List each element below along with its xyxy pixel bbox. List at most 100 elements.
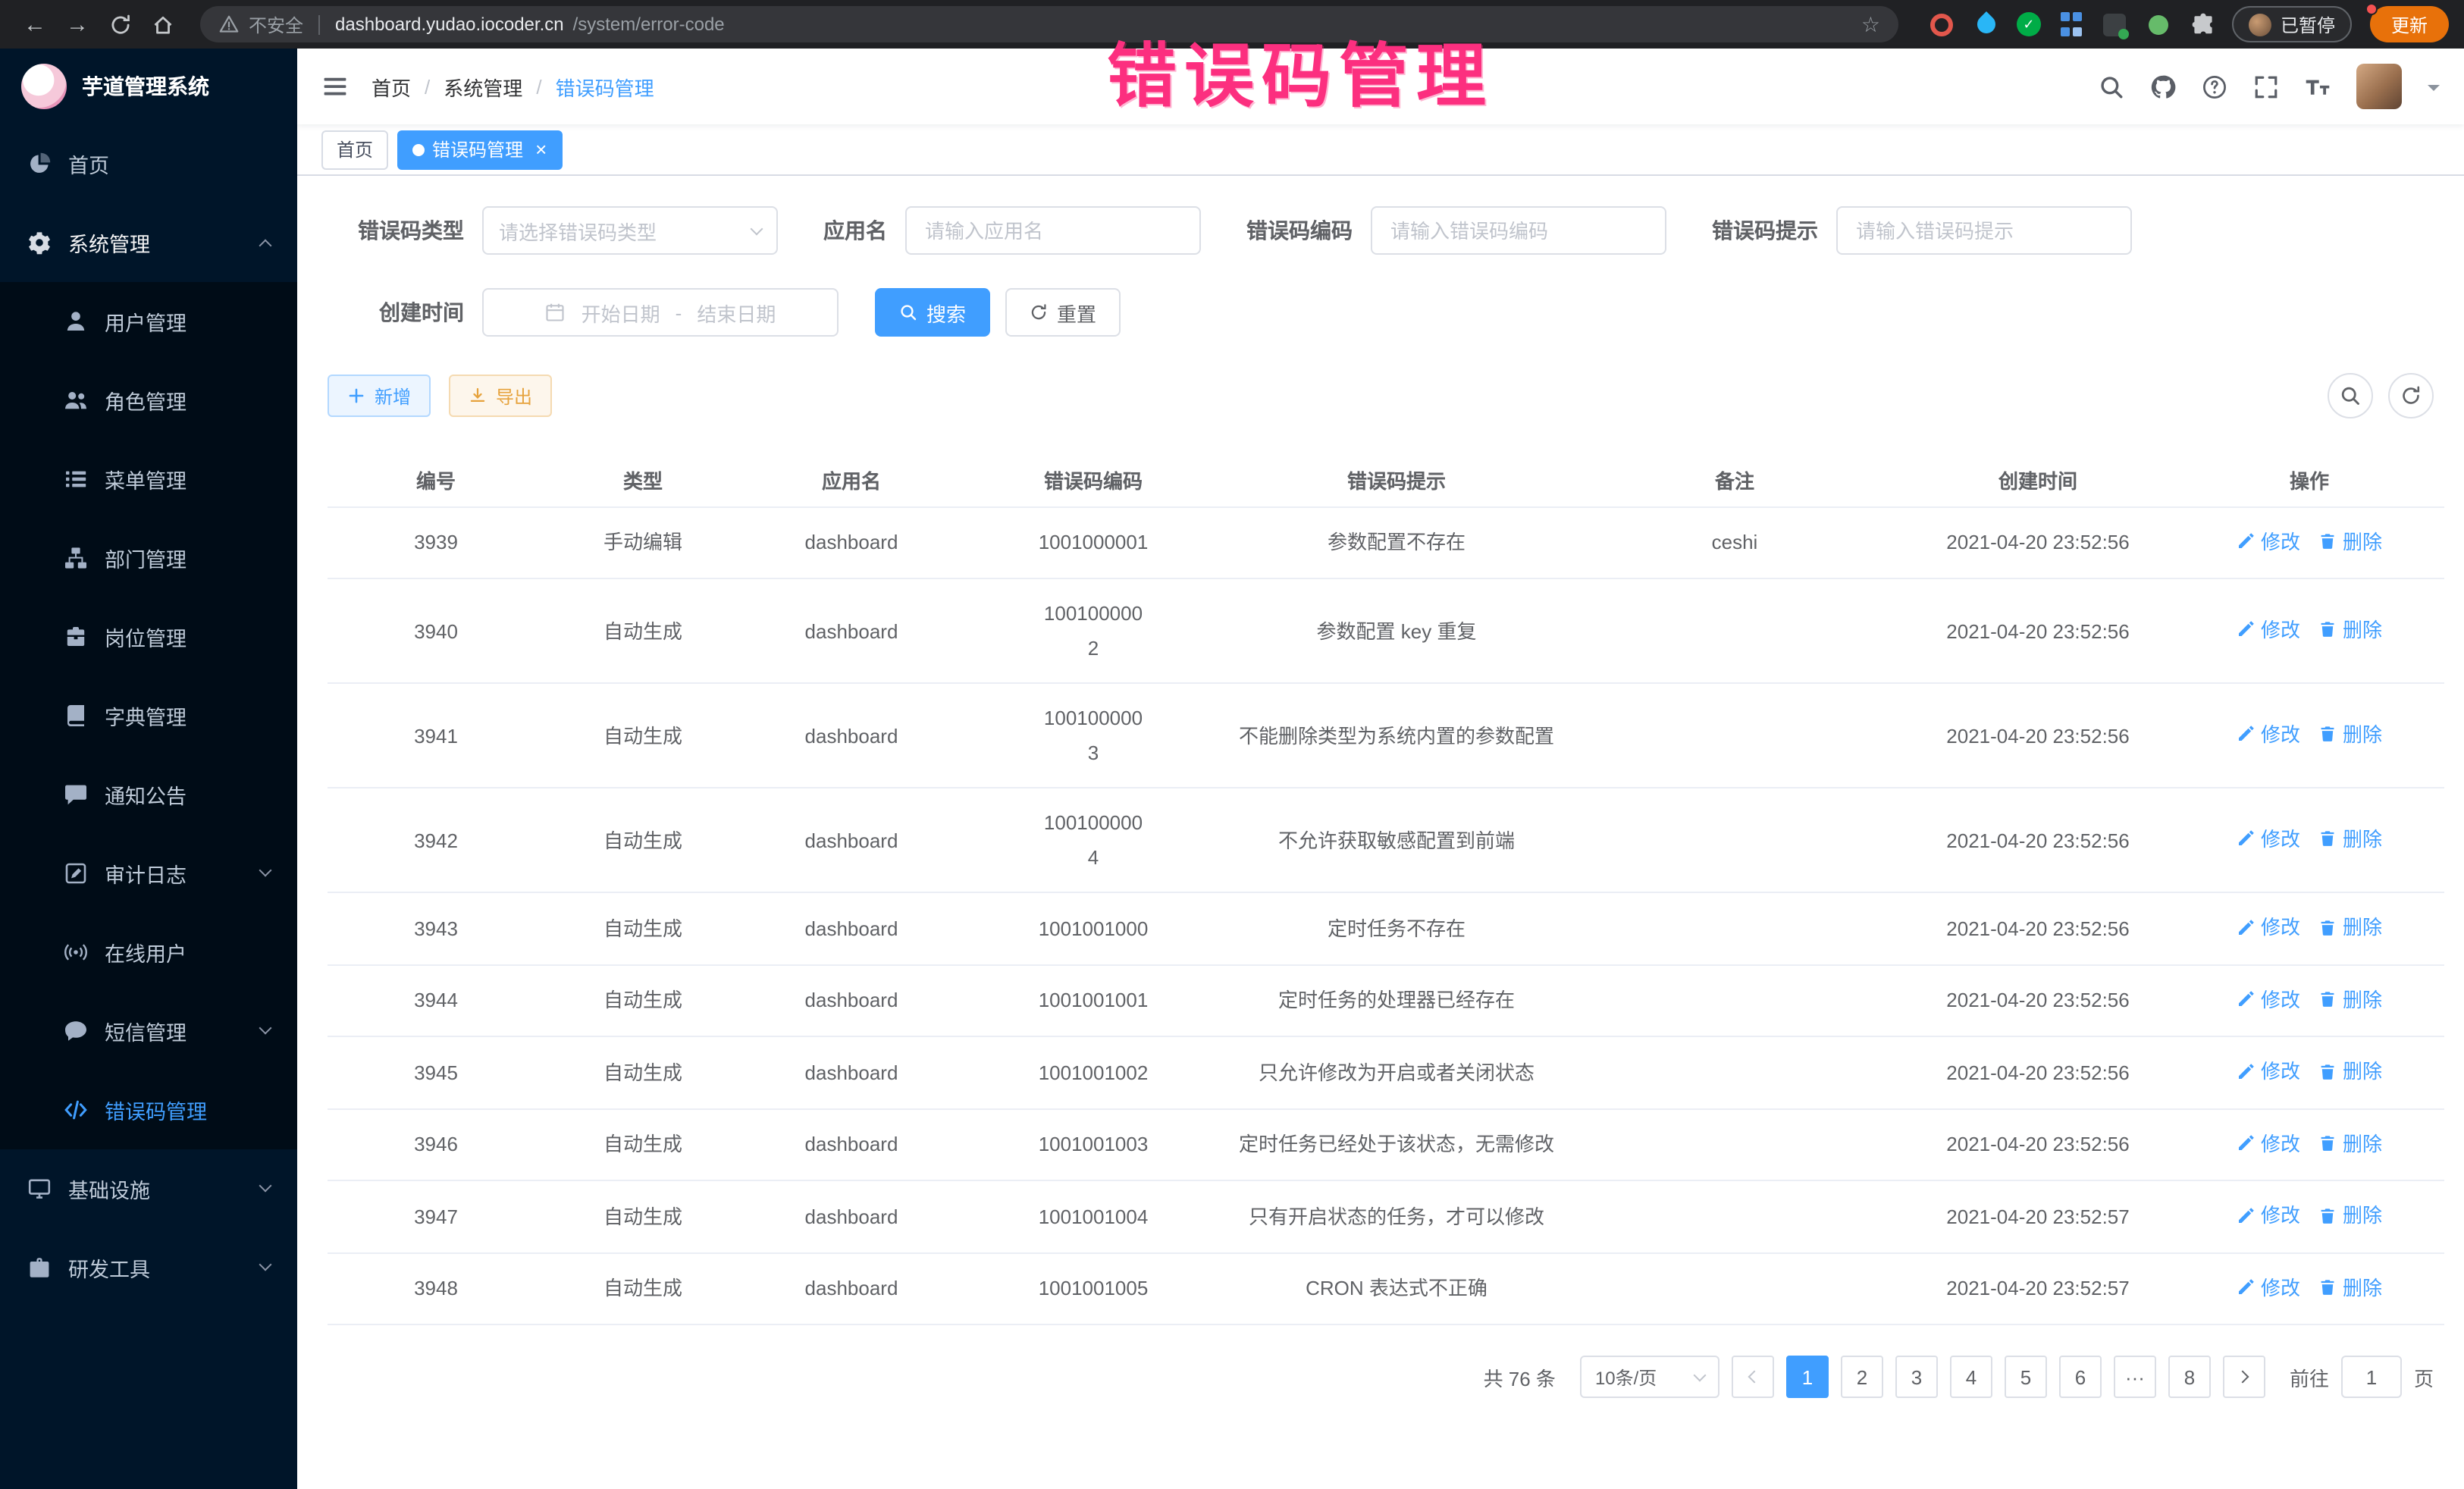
sidebar-item-dict[interactable]: 字典管理 [0, 676, 297, 755]
sidebar-item-system[interactable]: 系统管理 [0, 203, 297, 282]
breadcrumb-item[interactable]: 系统管理 [444, 72, 522, 101]
edit-link[interactable]: 修改 [2237, 1126, 2300, 1161]
delete-link[interactable]: 删除 [2318, 524, 2382, 559]
row-time: 2021-04-20 23:52:56 [1901, 1036, 2174, 1108]
sidebar-item-error-code[interactable]: 错误码管理 [0, 1071, 297, 1149]
delete-link[interactable]: 删除 [2318, 1126, 2382, 1161]
edit-icon [2237, 990, 2255, 1008]
page-button-5[interactable]: 5 [2005, 1356, 2047, 1398]
sidebar-item-notice[interactable]: 通知公告 [0, 755, 297, 834]
tab-home[interactable]: 首页 [321, 130, 388, 169]
edit-link[interactable]: 修改 [2237, 717, 2300, 752]
blue-drop-extension-icon[interactable] [1973, 11, 1999, 37]
delete-link[interactable]: 删除 [2318, 1198, 2382, 1233]
paused-label: 已暂停 [2281, 11, 2335, 37]
search-button[interactable]: 搜索 [875, 288, 990, 337]
sidebar-item-infra[interactable]: 基础设施 [0, 1149, 297, 1228]
update-button[interactable]: 更新 [2370, 6, 2449, 42]
blue-grid-extension-icon[interactable] [2058, 11, 2085, 38]
error-code-input[interactable] [1371, 206, 1666, 255]
edit-link[interactable]: 修改 [2237, 822, 2300, 857]
font-size-icon[interactable] [2305, 74, 2331, 99]
page-button-8[interactable]: 8 [2168, 1356, 2211, 1398]
prev-page-button[interactable] [1732, 1356, 1774, 1398]
tab-error-code[interactable]: 错误码管理 × [397, 130, 562, 169]
edit-link[interactable]: 修改 [2237, 1198, 2300, 1233]
delete-link[interactable]: 删除 [2318, 910, 2382, 945]
delete-link[interactable]: 删除 [2318, 717, 2382, 752]
edit-link[interactable]: 修改 [2237, 1270, 2300, 1305]
error-type-select[interactable]: 请选择错误码类型 [482, 206, 778, 255]
edit-link[interactable]: 修改 [2237, 524, 2300, 559]
home-button[interactable] [143, 5, 182, 44]
date-range-picker[interactable]: 开始日期 - 结束日期 [482, 288, 839, 337]
sidebar-item-menu[interactable]: 菜单管理 [0, 440, 297, 519]
page-button-3[interactable]: 3 [1895, 1356, 1938, 1398]
reset-button[interactable]: 重置 [1005, 288, 1121, 337]
forward-button[interactable]: → [58, 5, 97, 44]
table-row: 3948自动生成dashboard1001001005CRON 表达式不正确20… [328, 1252, 2444, 1324]
edit-link[interactable]: 修改 [2237, 1054, 2300, 1089]
github-icon[interactable] [2150, 74, 2176, 99]
error-hint-input[interactable] [1836, 206, 2132, 255]
tab-label: 错误码管理 [432, 136, 523, 162]
page-button-2[interactable]: 2 [1841, 1356, 1883, 1398]
user-avatar[interactable] [2356, 64, 2402, 109]
sidebar-item-dept[interactable]: 部门管理 [0, 519, 297, 597]
sidebar-item-role[interactable]: 角色管理 [0, 361, 297, 440]
sidebar-toggle[interactable] [321, 73, 349, 100]
avatar-caret-icon[interactable] [2428, 84, 2440, 96]
page-button-6[interactable]: 6 [2059, 1356, 2102, 1398]
delete-link[interactable]: 删除 [2318, 822, 2382, 857]
tab-label: 首页 [337, 136, 373, 162]
bookmark-star-icon[interactable]: ☆ [1861, 11, 1880, 37]
sidebar-item-post[interactable]: 岗位管理 [0, 597, 297, 676]
breadcrumb-item[interactable]: 错误码管理 [556, 72, 654, 101]
sidebar-item-devtools[interactable]: 研发工具 [0, 1228, 297, 1307]
app-name-input[interactable] [905, 206, 1201, 255]
row-time: 2021-04-20 23:52:56 [1901, 1108, 2174, 1180]
sidebar-item-online-user[interactable]: 在线用户 [0, 913, 297, 992]
export-button[interactable]: 导出 [449, 375, 552, 417]
delete-link[interactable]: 删除 [2318, 613, 2382, 647]
breadcrumb-item[interactable]: 首页 [371, 72, 411, 101]
header-search-icon[interactable] [2099, 74, 2124, 99]
fullscreen-icon[interactable] [2253, 74, 2279, 99]
refresh-table-button[interactable] [2388, 373, 2434, 418]
edit-link[interactable]: 修改 [2237, 613, 2300, 647]
green-check-extension-icon[interactable]: ✓ [2017, 12, 2041, 36]
dark-badge-extension-icon[interactable] [2104, 13, 2127, 36]
row-app: dashboard [741, 578, 961, 683]
app-logo[interactable]: 芋道管理系统 [0, 49, 297, 124]
red-ring-extension-icon[interactable] [1931, 13, 1954, 36]
add-button[interactable]: 新增 [328, 375, 431, 417]
edit-link[interactable]: 修改 [2237, 982, 2300, 1017]
next-page-button[interactable] [2223, 1356, 2265, 1398]
green-dot-extension-icon[interactable] [2149, 14, 2169, 34]
sidebar-item-user[interactable]: 用户管理 [0, 282, 297, 361]
extensions-row: ✓ [1917, 11, 2229, 38]
row-message: 定时任务已经处于该状态，无需修改 [1225, 1108, 1568, 1180]
page-button-4[interactable]: 4 [1950, 1356, 1992, 1398]
row-message: 只允许修改为开启或者关闭状态 [1225, 1036, 1568, 1108]
paused-chip[interactable]: 已暂停 [2232, 6, 2352, 42]
address-bar[interactable]: 不安全 dashboard.yudao.iocoder.cn/system/er… [200, 6, 1898, 42]
sidebar-item-audit-log[interactable]: 审计日志 [0, 834, 297, 913]
delete-link[interactable]: 删除 [2318, 1270, 2382, 1305]
sidebar-item-sms[interactable]: 短信管理 [0, 992, 297, 1071]
extensions-puzzle-icon[interactable] [2190, 11, 2217, 38]
delete-link[interactable]: 删除 [2318, 982, 2382, 1017]
goto-page-input[interactable] [2341, 1356, 2402, 1398]
page-button-1[interactable]: 1 [1786, 1356, 1829, 1398]
sidebar-item-home[interactable]: 首页 [0, 124, 297, 203]
close-tab-icon[interactable]: × [535, 139, 547, 159]
delete-link[interactable]: 删除 [2318, 1054, 2382, 1089]
help-icon[interactable] [2202, 74, 2227, 99]
edit-icon [2237, 532, 2255, 550]
toggle-search-button[interactable] [2328, 373, 2373, 418]
page-size-select[interactable]: 10条/页 [1580, 1356, 1719, 1398]
edit-link[interactable]: 修改 [2237, 910, 2300, 945]
more-pages-button[interactable]: ··· [2114, 1356, 2156, 1398]
reload-button[interactable] [100, 5, 140, 44]
back-button[interactable]: ← [15, 5, 55, 44]
